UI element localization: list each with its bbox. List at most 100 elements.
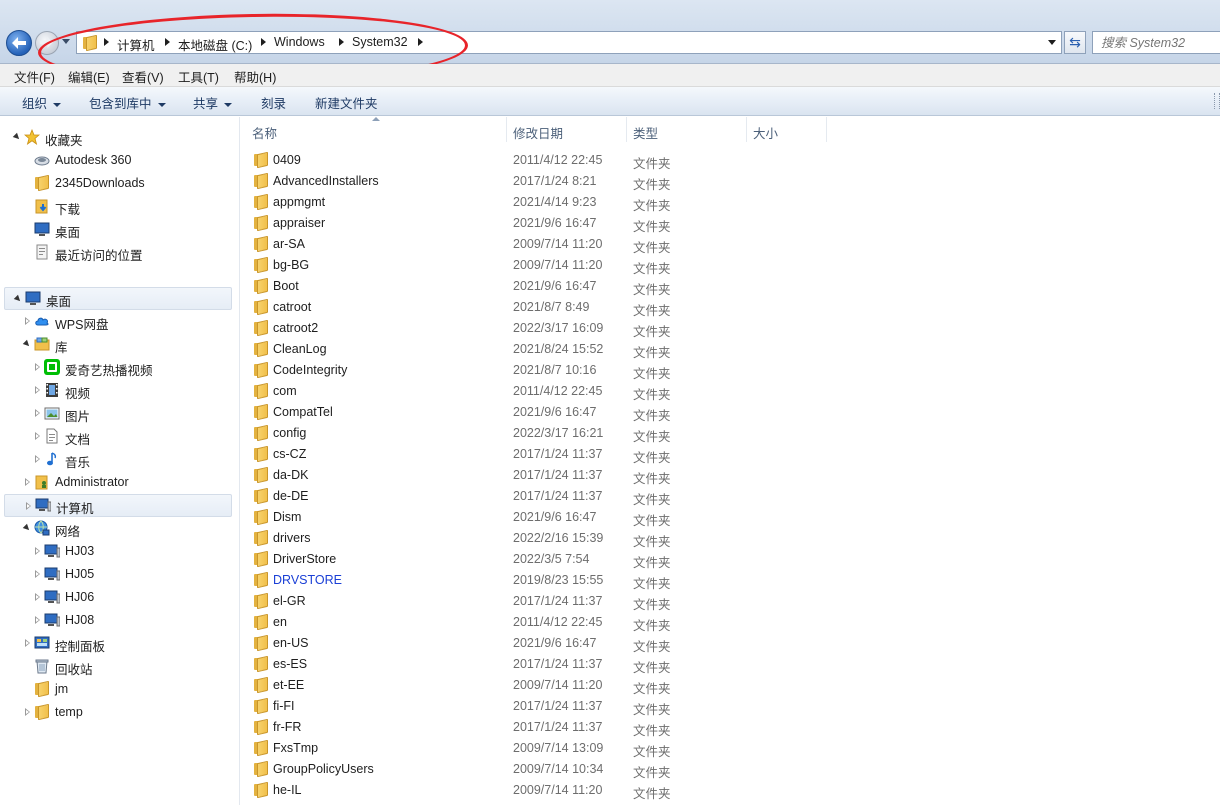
nav-favorite-item[interactable]: 下载 (0, 195, 236, 218)
file-name[interactable]: el-GR (273, 594, 306, 608)
file-name[interactable]: en-US (273, 636, 308, 650)
collapsed-arrow-icon[interactable] (35, 570, 40, 578)
nav-favorites[interactable]: 收藏夹 (0, 126, 236, 149)
nav-favorite-item[interactable]: 2345Downloads (0, 172, 236, 195)
file-name[interactable]: catroot (273, 300, 311, 314)
file-name[interactable]: cs-CZ (273, 447, 306, 461)
collapsed-arrow-icon[interactable] (35, 616, 40, 624)
nav-library-item[interactable]: 视频 (0, 379, 236, 402)
expand-arrow-icon[interactable] (22, 523, 32, 533)
nav-desktop[interactable]: 桌面 (4, 287, 232, 310)
table-row[interactable]: appraiser 2021/9/6 16:47 文件夹 (241, 213, 1220, 234)
file-name[interactable]: Dism (273, 510, 301, 524)
nav-administrator[interactable]: Administrator (0, 471, 236, 494)
file-name[interactable]: config (273, 426, 306, 440)
table-row[interactable]: CleanLog 2021/8/24 15:52 文件夹 (241, 339, 1220, 360)
collapsed-arrow-icon[interactable] (35, 593, 40, 601)
new-folder-button[interactable]: 新建文件夹 (315, 93, 378, 112)
table-row[interactable]: bg-BG 2009/7/14 11:20 文件夹 (241, 255, 1220, 276)
chevron-right-icon[interactable] (339, 38, 344, 46)
table-row[interactable]: Dism 2021/9/6 16:47 文件夹 (241, 507, 1220, 528)
breadcrumb-local-disk[interactable]: 本地磁盘 (C:) (178, 35, 252, 54)
nav-network-host[interactable]: HJ08 (0, 609, 236, 632)
column-header-type[interactable]: 类型 (627, 117, 747, 142)
column-header-name[interactable]: 名称 (241, 117, 507, 142)
menu-view[interactable]: 查看(V) (122, 67, 164, 86)
breadcrumb-windows[interactable]: Windows (274, 35, 325, 49)
table-row[interactable]: catroot2 2022/3/17 16:09 文件夹 (241, 318, 1220, 339)
nav-network-host[interactable]: HJ05 (0, 563, 236, 586)
recent-pages-dropdown[interactable] (62, 39, 70, 44)
file-name[interactable]: AdvancedInstallers (273, 174, 379, 188)
column-header-size[interactable]: 大小 (747, 117, 827, 142)
file-name[interactable]: de-DE (273, 489, 308, 503)
nav-favorite-item[interactable]: Autodesk 360 (0, 149, 236, 172)
file-name[interactable]: catroot2 (273, 321, 318, 335)
collapsed-arrow-icon[interactable] (25, 708, 30, 716)
menu-edit[interactable]: 编辑(E) (68, 67, 110, 86)
table-row[interactable]: CompatTel 2021/9/6 16:47 文件夹 (241, 402, 1220, 423)
table-row[interactable]: catroot 2021/8/7 8:49 文件夹 (241, 297, 1220, 318)
collapsed-arrow-icon[interactable] (25, 639, 30, 647)
nav-jm-folder[interactable]: jm (0, 678, 236, 701)
file-name[interactable]: fr-FR (273, 720, 301, 734)
chevron-right-icon[interactable] (104, 38, 109, 46)
file-name[interactable]: en (273, 615, 287, 629)
nav-recycle-bin[interactable]: 回收站 (0, 655, 236, 678)
table-row[interactable]: he-IL 2009/7/14 11:20 文件夹 (241, 780, 1220, 801)
chevron-right-icon[interactable] (261, 38, 266, 46)
table-row[interactable]: config 2022/3/17 16:21 文件夹 (241, 423, 1220, 444)
table-row[interactable]: DriverStore 2022/3/5 7:54 文件夹 (241, 549, 1220, 570)
nav-favorite-item[interactable]: 最近访问的位置 (0, 241, 236, 264)
table-row[interactable]: AdvancedInstallers 2017/1/24 8:21 文件夹 (241, 171, 1220, 192)
table-row[interactable]: en-US 2021/9/6 16:47 文件夹 (241, 633, 1220, 654)
nav-library-item[interactable]: 文档 (0, 425, 236, 448)
file-name[interactable]: appraiser (273, 216, 325, 230)
menu-tools[interactable]: 工具(T) (178, 67, 219, 86)
file-name[interactable]: DRVSTORE (273, 573, 342, 587)
breadcrumb-computer[interactable]: 计算机 (117, 35, 155, 54)
file-name[interactable]: ar-SA (273, 237, 305, 251)
nav-library-item[interactable]: 音乐 (0, 448, 236, 471)
nav-network[interactable]: 网络 (0, 517, 236, 540)
file-name[interactable]: CodeIntegrity (273, 363, 347, 377)
table-row[interactable]: es-ES 2017/1/24 11:37 文件夹 (241, 654, 1220, 675)
file-name[interactable]: FxsTmp (273, 741, 318, 755)
collapsed-arrow-icon[interactable] (25, 317, 30, 325)
file-list-pane[interactable]: 名称 修改日期 类型 大小 0409 2011/4/12 22:45 文件夹 Adva… (241, 117, 1220, 805)
nav-network-host[interactable]: HJ06 (0, 586, 236, 609)
back-button[interactable] (6, 30, 32, 56)
menu-file[interactable]: 文件(F) (14, 67, 55, 86)
collapsed-arrow-icon[interactable] (35, 432, 40, 440)
expand-arrow-icon[interactable] (12, 132, 22, 142)
collapsed-arrow-icon[interactable] (26, 502, 31, 510)
table-row[interactable]: fr-FR 2017/1/24 11:37 文件夹 (241, 717, 1220, 738)
refresh-button[interactable]: ⇆ (1064, 31, 1086, 54)
table-row[interactable]: fi-FI 2017/1/24 11:37 文件夹 (241, 696, 1220, 717)
column-header-date[interactable]: 修改日期 (507, 117, 627, 142)
collapsed-arrow-icon[interactable] (35, 547, 40, 555)
file-name[interactable]: CompatTel (273, 405, 333, 419)
search-input[interactable] (1101, 33, 1220, 53)
nav-favorite-item[interactable]: 桌面 (0, 218, 236, 241)
table-row[interactable]: Boot 2021/9/6 16:47 文件夹 (241, 276, 1220, 297)
collapsed-arrow-icon[interactable] (35, 409, 40, 417)
file-name[interactable]: GroupPolicyUsers (273, 762, 374, 776)
table-row[interactable]: en 2011/4/12 22:45 文件夹 (241, 612, 1220, 633)
table-row[interactable]: da-DK 2017/1/24 11:37 文件夹 (241, 465, 1220, 486)
nav-computer[interactable]: 计算机 (4, 494, 232, 517)
file-name[interactable]: Boot (273, 279, 299, 293)
collapsed-arrow-icon[interactable] (35, 386, 40, 394)
share-button[interactable]: 共享 (193, 93, 233, 112)
forward-button[interactable] (35, 31, 59, 55)
table-row[interactable]: de-DE 2017/1/24 11:37 文件夹 (241, 486, 1220, 507)
file-name[interactable]: drivers (273, 531, 311, 545)
nav-wps-drive[interactable]: WPS网盘 (0, 310, 236, 333)
table-row[interactable]: ar-SA 2009/7/14 11:20 文件夹 (241, 234, 1220, 255)
file-name[interactable]: fi-FI (273, 699, 295, 713)
burn-button[interactable]: 刻录 (261, 93, 286, 112)
file-name[interactable]: appmgmt (273, 195, 325, 209)
table-row[interactable]: FxsTmp 2009/7/14 13:09 文件夹 (241, 738, 1220, 759)
table-row[interactable]: drivers 2022/2/16 15:39 文件夹 (241, 528, 1220, 549)
expand-arrow-icon[interactable] (13, 294, 23, 304)
